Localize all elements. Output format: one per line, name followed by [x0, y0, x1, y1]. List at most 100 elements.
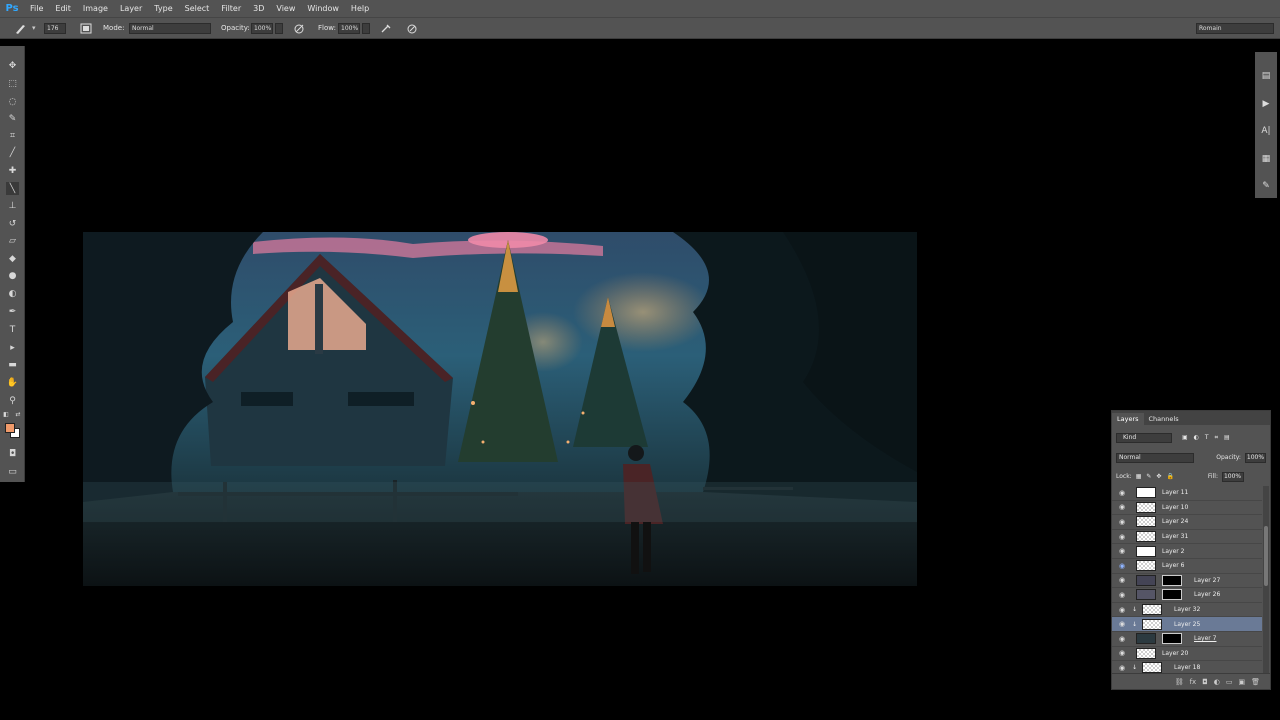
visibility-eye-icon[interactable]: ◉	[1118, 649, 1126, 657]
swatches-panel-icon[interactable]: ▦	[1259, 152, 1273, 166]
mode-select[interactable]: Normal	[129, 23, 211, 34]
filter-adjust-icon[interactable]: ◐	[1194, 434, 1199, 441]
quick-select-tool-icon[interactable]: ✎	[6, 112, 19, 125]
swap-colors-icon[interactable]: ⇄	[14, 410, 22, 418]
pen-tool-icon[interactable]: ✒	[6, 305, 19, 318]
layer-row[interactable]: ◉ ↓ Layer 18	[1112, 661, 1262, 673]
pressure-opacity-icon[interactable]	[293, 23, 305, 34]
layer-style-icon[interactable]: fx	[1190, 678, 1197, 686]
visibility-eye-icon[interactable]: ◉	[1118, 635, 1126, 643]
visibility-eye-icon[interactable]: ◉	[1118, 547, 1126, 555]
clone-stamp-tool-icon[interactable]: ⊥	[6, 199, 19, 212]
menu-layer[interactable]: Layer	[114, 4, 148, 13]
menu-window[interactable]: Window	[301, 4, 345, 13]
filter-smart-icon[interactable]: ▤	[1224, 434, 1230, 441]
menu-select[interactable]: Select	[179, 4, 216, 13]
eraser-tool-icon[interactable]: ▱	[6, 234, 19, 247]
layer-row[interactable]: ◉ Layer 7	[1112, 632, 1262, 647]
actions-play-icon[interactable]: ▶	[1259, 97, 1273, 111]
chevron-down-icon[interactable]: ▾	[32, 23, 38, 34]
visibility-eye-icon[interactable]: ◉	[1118, 562, 1126, 570]
menu-3d[interactable]: 3D	[247, 4, 270, 13]
layer-row[interactable]: ◉ Layer 6	[1112, 559, 1262, 574]
layer-row[interactable]: ◉ Layer 2	[1112, 544, 1262, 559]
visibility-eye-icon[interactable]: ◉	[1118, 591, 1126, 599]
lock-pixels-icon[interactable]: ✎	[1146, 473, 1151, 480]
hand-tool-icon[interactable]: ✋	[6, 376, 19, 389]
brush-size-field[interactable]: 176	[44, 23, 66, 34]
airbrush-icon[interactable]	[380, 23, 392, 34]
layer-fill-field[interactable]: 100%	[1221, 471, 1244, 482]
type-tool-icon[interactable]: T	[6, 323, 19, 336]
visibility-eye-icon[interactable]: ◉	[1118, 489, 1126, 497]
visibility-eye-icon[interactable]: ◉	[1118, 503, 1126, 511]
menu-help[interactable]: Help	[345, 4, 375, 13]
layer-row[interactable]: ◉ Layer 27	[1112, 574, 1262, 589]
crop-tool-icon[interactable]: ⌗	[6, 129, 19, 142]
blend-mode-select[interactable]: Normal	[1116, 452, 1195, 463]
shape-tool-icon[interactable]: ▬	[6, 358, 19, 371]
layer-row[interactable]: ◉ Layer 11	[1112, 486, 1262, 501]
delete-layer-icon[interactable]: 🗑	[1251, 678, 1260, 686]
workspace-select[interactable]: Romain	[1196, 23, 1274, 34]
screen-mode-icon[interactable]: ▭	[6, 465, 19, 478]
history-panel-icon[interactable]: ▤	[1259, 69, 1273, 83]
document-canvas[interactable]	[83, 232, 917, 586]
filter-pixel-icon[interactable]: ▣	[1182, 434, 1188, 441]
pressure-size-icon[interactable]	[406, 23, 418, 34]
menu-file[interactable]: File	[24, 4, 49, 13]
quick-mask-icon[interactable]: ◘	[6, 447, 19, 460]
tool-presets-icon[interactable]: ✎	[1259, 179, 1273, 193]
move-tool-icon[interactable]: ✥	[6, 59, 19, 72]
flow-dropdown[interactable]	[362, 23, 370, 34]
brush-preset-icon[interactable]	[14, 23, 28, 34]
layer-row[interactable]: ◉ Layer 10	[1112, 501, 1262, 516]
visibility-eye-icon[interactable]: ◉	[1118, 620, 1126, 628]
brush-panel-icon[interactable]	[80, 23, 92, 34]
layers-scrollbar[interactable]	[1263, 486, 1269, 673]
add-mask-icon[interactable]: ◘	[1202, 678, 1208, 686]
layer-row[interactable]: ◉ ↓ Layer 32	[1112, 603, 1262, 618]
lock-all-icon[interactable]: 🔒	[1166, 473, 1173, 480]
filter-shape-icon[interactable]: ⌗	[1215, 434, 1218, 442]
tab-layers[interactable]: Layers	[1112, 413, 1144, 425]
layer-row[interactable]: ◉ Layer 24	[1112, 515, 1262, 530]
visibility-eye-icon[interactable]: ◉	[1118, 518, 1126, 526]
tab-channels[interactable]: Channels	[1144, 413, 1184, 425]
visibility-eye-icon[interactable]: ◉	[1118, 533, 1126, 541]
menu-edit[interactable]: Edit	[49, 4, 77, 13]
filter-type-icon[interactable]: T	[1205, 434, 1209, 441]
menu-view[interactable]: View	[270, 4, 301, 13]
new-layer-icon[interactable]: ▣	[1238, 678, 1245, 686]
lock-transparent-icon[interactable]: ▦	[1136, 473, 1142, 480]
lasso-tool-icon[interactable]: ◌	[6, 95, 19, 108]
blur-tool-icon[interactable]: ●	[6, 269, 19, 282]
eyedropper-tool-icon[interactable]: ╱	[6, 146, 19, 159]
path-select-tool-icon[interactable]: ▸	[6, 341, 19, 354]
layer-row[interactable]: ◉ Layer 31	[1112, 530, 1262, 545]
character-panel-icon[interactable]: A|	[1259, 124, 1273, 138]
default-colors-icon[interactable]: ◧	[2, 410, 10, 418]
layer-row[interactable]: ◉ Layer 26	[1112, 588, 1262, 603]
menu-filter[interactable]: Filter	[215, 4, 247, 13]
visibility-eye-icon[interactable]: ◉	[1118, 606, 1126, 614]
foreground-color-swatch[interactable]	[5, 423, 15, 433]
scroll-thumb[interactable]	[1264, 526, 1268, 586]
zoom-tool-icon[interactable]: ⚲	[6, 394, 19, 407]
brush-tool-icon[interactable]: ╲	[6, 182, 19, 195]
marquee-tool-icon[interactable]: ⬚	[6, 77, 19, 90]
healing-brush-tool-icon[interactable]: ✚	[6, 164, 19, 177]
layer-row[interactable]: ◉ Layer 20	[1112, 647, 1262, 662]
dodge-tool-icon[interactable]: ◐	[6, 287, 19, 300]
layer-opacity-field[interactable]: 100%	[1244, 452, 1266, 463]
opacity-dropdown[interactable]	[275, 23, 283, 34]
menu-type[interactable]: Type	[148, 4, 178, 13]
paint-bucket-tool-icon[interactable]: ◆	[6, 252, 19, 265]
menu-image[interactable]: Image	[77, 4, 114, 13]
layer-row[interactable]: ◉ ↓ Layer 25	[1112, 617, 1262, 632]
visibility-eye-icon[interactable]: ◉	[1118, 576, 1126, 584]
link-layers-icon[interactable]: ⛓	[1175, 678, 1184, 686]
new-group-icon[interactable]: ▭	[1226, 678, 1233, 686]
flow-field[interactable]: 100%	[338, 23, 360, 34]
lock-position-icon[interactable]: ✥	[1156, 473, 1161, 480]
